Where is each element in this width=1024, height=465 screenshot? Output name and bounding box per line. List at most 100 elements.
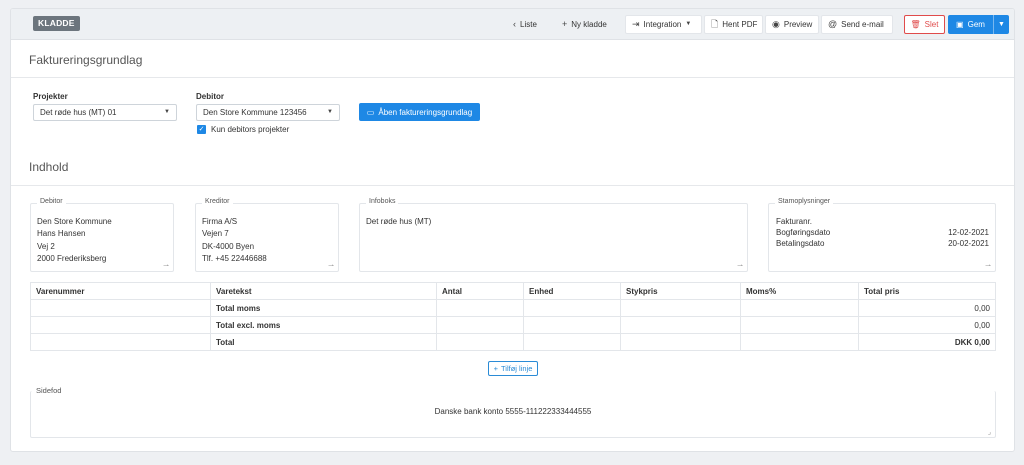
table-header-row: Varenummer Varetekst Antal Enhed Stykpri… <box>30 282 996 300</box>
table-cell <box>523 316 621 334</box>
total-moms-label: Total moms <box>210 299 437 317</box>
total-excl-moms-value: 0,00 <box>858 316 996 334</box>
debitor-label: Debitor <box>196 92 224 101</box>
column-header: Stykpris <box>620 282 741 300</box>
floppy-icon: ▣ <box>956 20 964 29</box>
table-row: Total excl. moms 0,00 <box>30 316 996 334</box>
column-header: Moms% <box>740 282 859 300</box>
save-button[interactable]: ▣ Gem <box>948 15 993 34</box>
column-header: Total pris <box>858 282 996 300</box>
table-row: Total moms 0,00 <box>30 299 996 317</box>
table-cell <box>436 333 524 351</box>
status-badge: KLADDE <box>33 16 80 31</box>
add-line-button[interactable]: + Tilføj linje <box>488 361 538 376</box>
sidefod-textarea[interactable]: Danske bank konto 5555-111222333444555 ⌟ <box>30 391 996 438</box>
column-header: Enhed <box>523 282 621 300</box>
delete-button[interactable]: 🗑 Slet <box>904 15 945 34</box>
export-icon: ⇥ <box>632 19 640 29</box>
projekter-label: Projekter <box>33 92 68 101</box>
kreditor-line: Tlf. +45 22446688 <box>202 254 267 263</box>
plus-icon: + <box>493 364 498 373</box>
column-header: Varenummer <box>30 282 211 300</box>
section-title-faktureringsgrundlag: Faktureringsgrundlag <box>29 53 143 67</box>
integration-dropdown[interactable]: ⇥ Integration ▼ <box>625 15 702 34</box>
projekter-select[interactable]: Det røde hus (MT) 01 ▼ <box>33 104 177 121</box>
kun-debitors-projekter-label: Kun debitors projekter <box>211 125 290 134</box>
debitor-line: 2000 Frederiksberg <box>37 254 107 263</box>
file-icon: 🗋 <box>711 19 719 29</box>
debitor-select[interactable]: Den Store Kommune 123456 ▼ <box>196 104 340 121</box>
table-cell <box>620 333 741 351</box>
column-header: Antal <box>436 282 524 300</box>
betalingsdato-label: Betalingsdato <box>776 239 825 248</box>
open-faktureringsgrundlag-button[interactable]: ▭ Åben faktureringsgrundlag <box>359 103 480 121</box>
bogforingsdato-value: 12-02-2021 <box>948 228 989 237</box>
save-button-group: ▣ Gem ▼ <box>948 15 1009 34</box>
table-cell <box>523 299 621 317</box>
chevron-left-icon: ‹ <box>513 19 516 29</box>
resize-handle-icon[interactable]: ⇀ <box>328 262 334 270</box>
trash-icon: 🗑 <box>910 20 921 29</box>
sidefod-text: Danske bank konto 5555-111222333444555 <box>434 407 592 416</box>
caret-down-icon: ▼ <box>685 21 692 27</box>
debitor-line: Hans Hansen <box>37 229 86 238</box>
divider <box>11 185 1014 186</box>
caret-down-icon: ▼ <box>327 109 333 115</box>
debitor-address-box[interactable]: Debitor Den Store Kommune Hans Hansen Ve… <box>30 198 174 272</box>
invoice-draft-card: KLADDE ‹ Liste + Ny kladde ⇥ Integration… <box>10 8 1015 452</box>
kreditor-line: Vejen 7 <box>202 229 229 238</box>
kreditor-line: Firma A/S <box>202 217 238 226</box>
stamoplysninger-box: Stamoplysninger Fakturanr. Bogføringsdat… <box>768 198 996 272</box>
table-cell <box>30 333 211 351</box>
table-cell <box>740 299 859 317</box>
preview-button[interactable]: ◉ Preview <box>765 15 819 34</box>
divider <box>11 77 1014 78</box>
kreditor-address-box[interactable]: Kreditor Firma A/S Vejen 7 DK-4000 Byen … <box>195 198 339 272</box>
kun-debitors-projekter-checkbox[interactable]: ✓ <box>197 125 206 134</box>
debitor-line: Den Store Kommune <box>37 217 112 226</box>
toolbar: KLADDE ‹ Liste + Ny kladde ⇥ Integration… <box>11 9 1014 40</box>
kreditor-box-legend: Kreditor <box>202 198 233 205</box>
at-icon: @ <box>828 19 838 29</box>
resize-handle-icon[interactable]: ⇀ <box>737 262 743 270</box>
total-value: DKK 0,00 <box>858 333 996 351</box>
get-pdf-button[interactable]: 🗋 Hent PDF <box>704 15 763 34</box>
send-email-button[interactable]: @ Send e-mail <box>821 15 893 34</box>
resize-handle-icon[interactable]: ⇀ <box>163 262 169 270</box>
table-cell <box>30 299 211 317</box>
resize-handle-icon[interactable]: ⇀ <box>985 262 991 270</box>
eye-icon: ◉ <box>772 19 780 29</box>
caret-down-icon: ▼ <box>164 109 170 115</box>
back-to-list-button[interactable]: ‹ Liste <box>507 15 543 34</box>
section-title-indhold: Indhold <box>29 160 69 174</box>
save-options-caret-icon[interactable]: ▼ <box>993 15 1009 34</box>
bogforingsdato-label: Bogføringsdato <box>776 228 831 237</box>
window-icon: ▭ <box>366 107 375 117</box>
total-moms-value: 0,00 <box>858 299 996 317</box>
fakturanr-label: Fakturanr. <box>776 217 813 226</box>
betalingsdato-value: 20-02-2021 <box>948 239 989 248</box>
table-cell <box>620 316 741 334</box>
table-cell <box>30 316 211 334</box>
infoboks-box[interactable]: Infoboks Det røde hus (MT) ⇀ <box>359 198 748 272</box>
column-header: Varetekst <box>210 282 437 300</box>
infoboks-text: Det røde hus (MT) <box>366 217 432 226</box>
table-cell <box>523 333 621 351</box>
stamoplysninger-legend: Stamoplysninger <box>775 198 834 205</box>
resize-handle-icon[interactable]: ⌟ <box>988 428 991 436</box>
invoice-lines-table: Varenummer Varetekst Antal Enhed Stykpri… <box>30 282 996 351</box>
table-cell <box>436 316 524 334</box>
plus-icon: + <box>562 19 568 29</box>
debitor-line: Vej 2 <box>37 242 55 251</box>
table-cell <box>620 299 741 317</box>
table-cell <box>436 299 524 317</box>
infoboks-legend: Infoboks <box>366 198 399 205</box>
table-cell <box>740 316 859 334</box>
kreditor-line: DK-4000 Byen <box>202 242 255 251</box>
table-row: Total DKK 0,00 <box>30 333 996 351</box>
total-excl-moms-label: Total excl. moms <box>210 316 437 334</box>
debitor-box-legend: Debitor <box>37 198 66 205</box>
table-cell <box>740 333 859 351</box>
total-label: Total <box>210 333 437 351</box>
new-draft-button[interactable]: + Ny kladde <box>556 15 613 34</box>
